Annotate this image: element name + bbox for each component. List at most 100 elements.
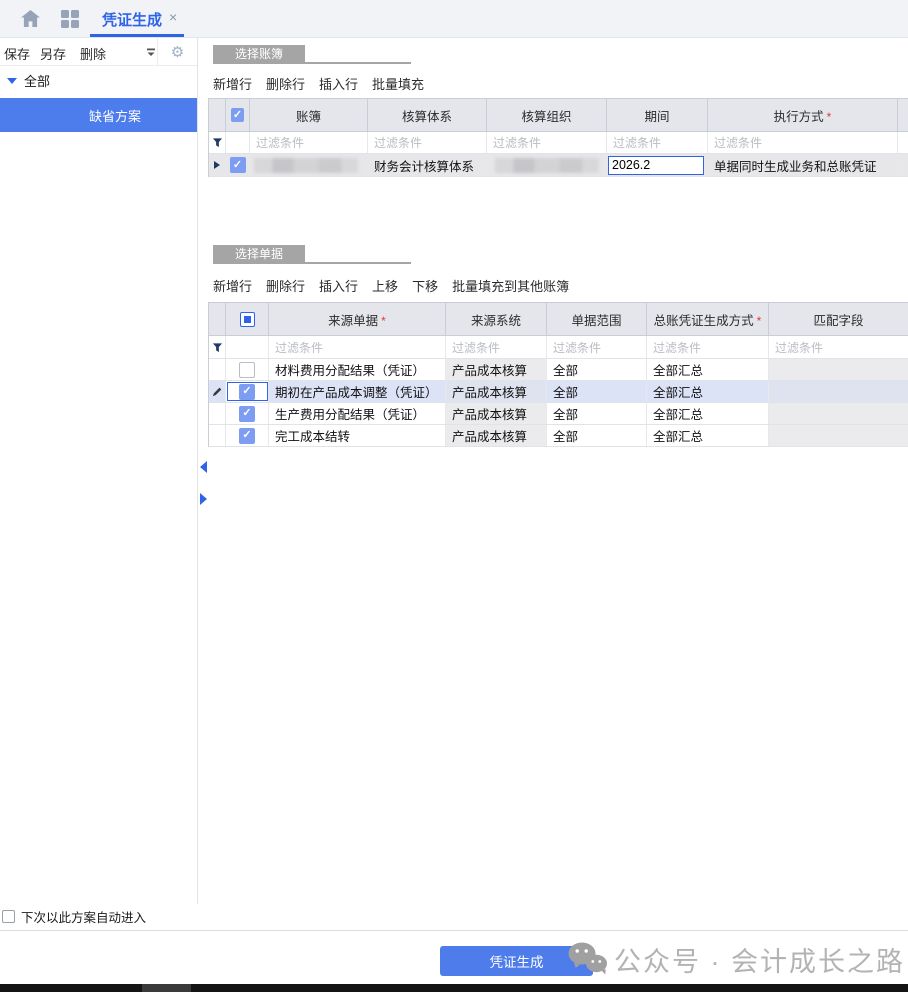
books-add-row-button[interactable]: 新增行 [213,74,252,93]
filter-funnel-icon[interactable] [209,336,226,358]
doc-row-checkbox[interactable] [239,428,255,444]
doc-row-checkbox-cell-focused [226,381,269,402]
col-header-execution-mode[interactable]: 执行方式 [708,99,898,131]
docs-delete-row-button[interactable]: 删除行 [266,276,305,295]
filter-source-system[interactable]: 过滤条件 [446,336,547,358]
save-as-button[interactable]: 另存 [40,44,66,63]
books-select-all-checkbox[interactable] [231,108,244,122]
gl-voucher-mode-cell[interactable]: 全部汇总 [647,425,769,446]
docs-table-header: 来源单据 来源系统 单据范围 总账凭证生成方式 匹配字段 [209,303,908,336]
docs-insert-row-button[interactable]: 插入行 [319,276,358,295]
filter-accounting-system[interactable]: 过滤条件 [368,132,487,153]
docs-table-row[interactable]: 完工成本结转 产品成本核算 全部 全部汇总 [209,425,908,447]
toolbar-overflow-icon[interactable] [146,47,156,57]
apps-grid-icon[interactable] [61,10,79,28]
accounting-org-cell-redacted[interactable] [487,154,607,176]
doc-range-cell[interactable]: 全部 [547,381,647,402]
gl-voucher-mode-cell[interactable]: 全部汇总 [647,359,769,380]
col-header-accounting-org[interactable]: 核算组织 [487,99,607,131]
plan-toolbar: 保存 另存 删除 ⚙ [0,38,197,66]
top-bar: 凭证生成 × [0,0,908,38]
footer-divider [0,930,908,931]
books-table-header: 账簿 核算体系 核算组织 期间 执行方式 [209,99,908,132]
filter-period[interactable]: 过滤条件 [607,132,708,153]
doc-row-checkbox[interactable] [239,362,255,378]
source-doc-cell[interactable]: 期初在产品成本调整（凭证） [269,381,446,402]
docs-add-row-button[interactable]: 新增行 [213,276,252,295]
filter-book[interactable]: 过滤条件 [250,132,368,153]
bottom-taskbar-edge [0,984,908,992]
docs-select-all-checkbox[interactable] [240,312,255,327]
books-table-row[interactable]: 财务会计核算体系 单据同时生成业务和总账凭证 [209,154,908,177]
period-cell [607,154,708,176]
filter-funnel-icon[interactable] [209,132,226,153]
source-doc-cell[interactable]: 生产费用分配结果（凭证） [269,403,446,424]
books-insert-row-button[interactable]: 插入行 [319,74,358,93]
match-field-cell [769,359,908,380]
col-header-source-doc[interactable]: 来源单据 [269,303,446,335]
col-header-book[interactable]: 账簿 [250,99,368,131]
docs-table-row[interactable]: 期初在产品成本调整（凭证） 产品成本核算 全部 全部汇总 [209,381,908,403]
col-header-period[interactable]: 期间 [607,99,708,131]
gl-voucher-mode-cell[interactable]: 全部汇总 [647,403,769,424]
book-row-checkbox-cell [226,154,250,176]
filter-execution-mode[interactable]: 过滤条件 [708,132,898,153]
collapse-left-arrow-icon[interactable] [200,461,207,473]
source-system-cell: 产品成本核算 [446,381,547,402]
sidebar-item-default-plan[interactable]: 缺省方案 [0,98,197,132]
save-button[interactable]: 保存 [4,44,30,63]
section-title-select-books: 选择账簿 [213,45,305,62]
doc-row-checkbox[interactable] [239,384,255,400]
filter-doc-range[interactable]: 过滤条件 [547,336,647,358]
source-doc-cell[interactable]: 完工成本结转 [269,425,446,446]
docs-table-row[interactable]: 材料费用分配结果（凭证） 产品成本核算 全部 全部汇总 [209,359,908,381]
match-field-cell [769,425,908,446]
filter-match-field[interactable]: 过滤条件 [769,336,908,358]
book-cell-redacted[interactable] [250,154,368,176]
col-header-gl-voucher-mode[interactable]: 总账凭证生成方式 [647,303,769,335]
col-header-source-system[interactable]: 来源系统 [446,303,547,335]
tab-close-icon[interactable]: × [169,9,177,25]
source-system-cell: 产品成本核算 [446,359,547,380]
books-batch-fill-button[interactable]: 批量填充 [372,74,424,93]
doc-row-checkbox[interactable] [239,406,255,422]
docs-batch-fill-other-books-button[interactable]: 批量填充到其他账簿 [452,276,569,295]
col-header-accounting-system[interactable]: 核算体系 [368,99,487,131]
accounting-system-cell[interactable]: 财务会计核算体系 [368,154,487,176]
books-filter-row: 过滤条件 过滤条件 过滤条件 过滤条件 过滤条件 [209,132,908,154]
docs-table-row[interactable]: 生产费用分配结果（凭证） 产品成本核算 全部 全部汇总 [209,403,908,425]
filter-source-doc[interactable]: 过滤条件 [269,336,446,358]
filter-accounting-org[interactable]: 过滤条件 [487,132,607,153]
tree-root-all[interactable]: 全部 [24,71,50,90]
docs-table: 来源单据 来源系统 单据范围 总账凭证生成方式 匹配字段 过滤条件 过滤条件 过… [208,302,908,447]
books-select-all-cell [226,99,250,131]
doc-range-cell[interactable]: 全部 [547,403,647,424]
col-header-match-field[interactable]: 匹配字段 [769,303,908,335]
execution-mode-cell[interactable]: 单据同时生成业务和总账凭证 [708,154,898,176]
section-underline [213,62,411,64]
delete-button[interactable]: 删除 [80,44,106,63]
docs-toolbar: 新增行 删除行 插入行 上移 下移 批量填充到其他账簿 [213,276,569,295]
expand-right-arrow-icon[interactable] [200,493,207,505]
filter-gl-voucher-mode[interactable]: 过滤条件 [647,336,769,358]
tab-voucher-generation[interactable]: 凭证生成 [102,9,162,30]
source-doc-cell[interactable]: 材料费用分配结果（凭证） [269,359,446,380]
app-window: 凭证生成 × 保存 另存 删除 ⚙ 全部 缺省方案 选择账簿 新增行 删除行 插… [0,0,908,993]
docs-move-down-button[interactable]: 下移 [412,276,438,295]
current-row-indicator-icon [209,154,226,176]
tree-expand-caret-icon[interactable] [7,78,17,84]
gl-voucher-mode-cell[interactable]: 全部汇总 [647,381,769,402]
book-row-checkbox[interactable] [230,157,246,173]
doc-range-cell[interactable]: 全部 [547,425,647,446]
period-input[interactable] [608,156,704,175]
docs-move-up-button[interactable]: 上移 [372,276,398,295]
source-system-cell: 产品成本核算 [446,403,547,424]
col-header-doc-range[interactable]: 单据范围 [547,303,647,335]
home-icon[interactable] [21,10,40,27]
settings-gear-icon[interactable]: ⚙ [157,38,197,65]
doc-range-cell[interactable]: 全部 [547,359,647,380]
books-delete-row-button[interactable]: 删除行 [266,74,305,93]
auto-enter-checkbox[interactable] [2,910,15,923]
docs-select-all-cell [226,303,269,335]
watermark: 公众号 · 会计成长之路 [567,936,905,982]
